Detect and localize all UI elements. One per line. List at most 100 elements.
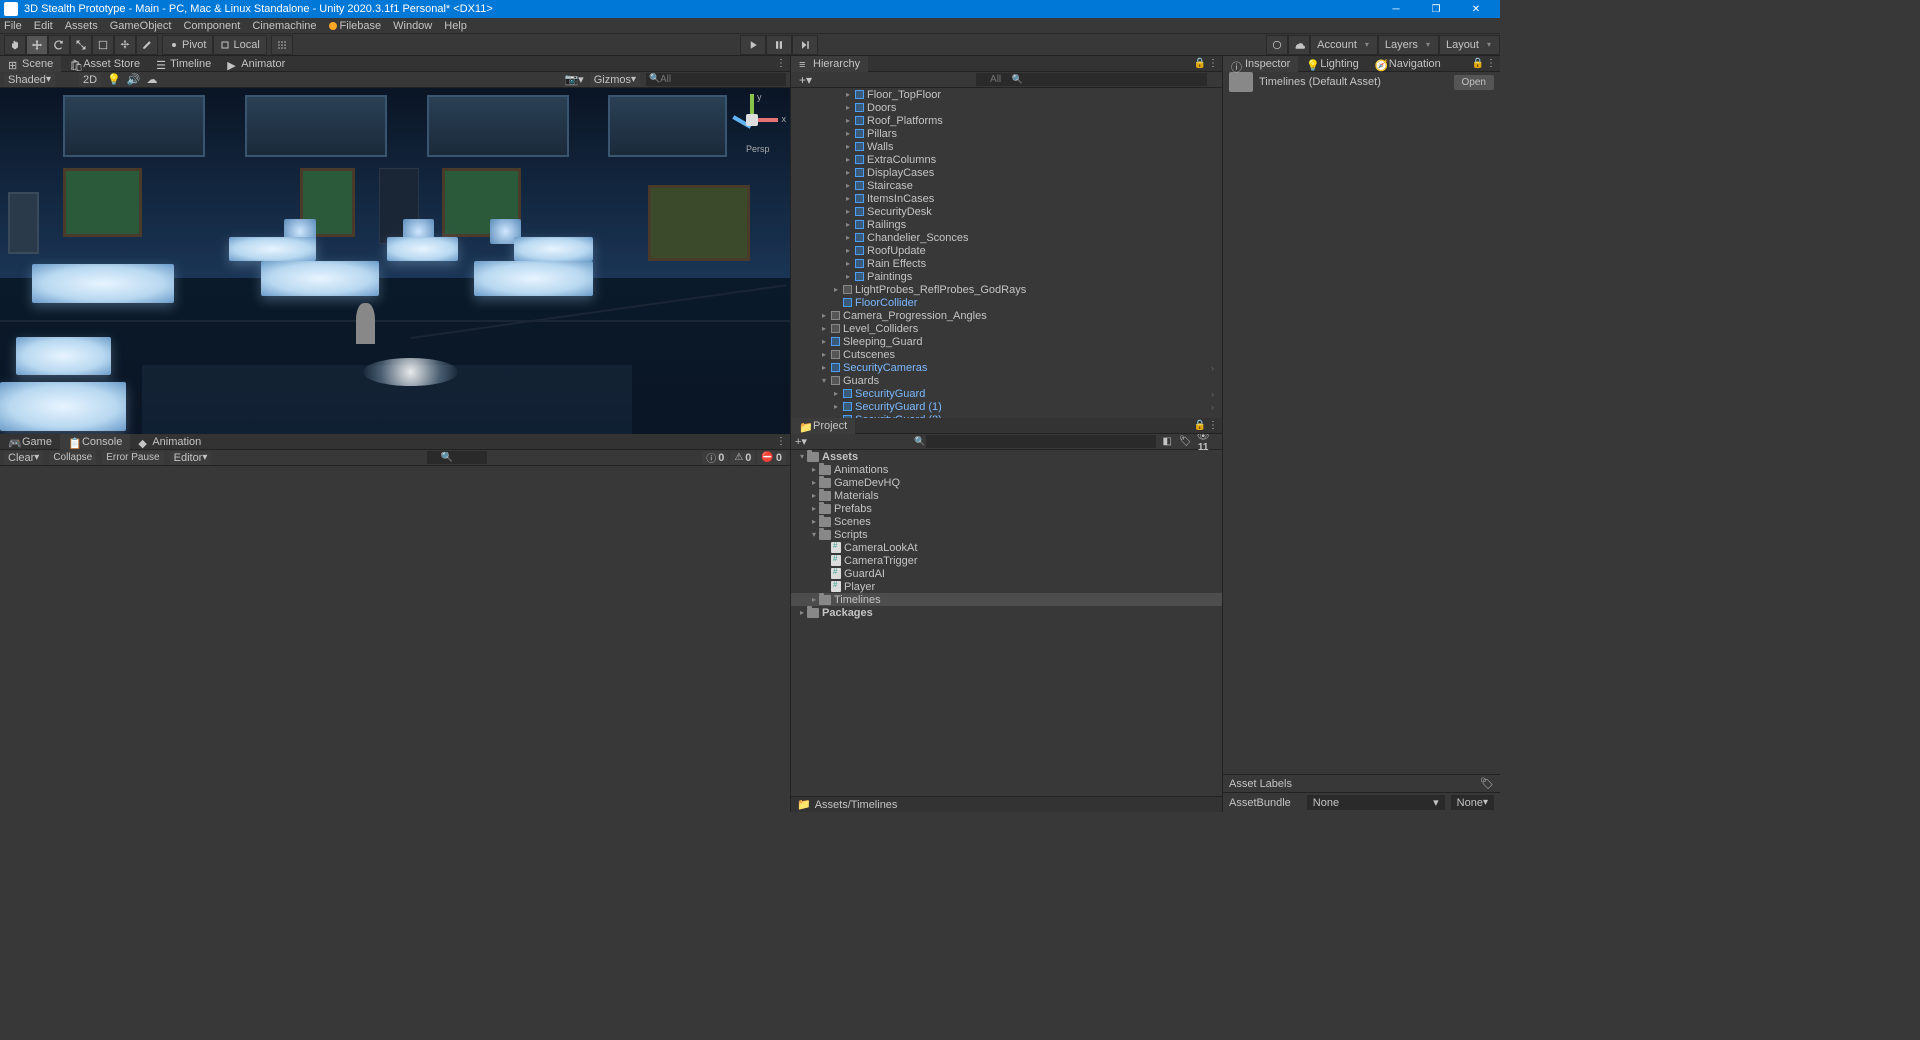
tab-menu-icon[interactable]: ⋮ [776,436,786,447]
hierarchy-item[interactable]: ▸Doors [791,101,1222,114]
project-item[interactable]: ▸GameDevHQ [791,476,1222,489]
menu-file[interactable]: File [4,20,22,32]
scene-search[interactable] [646,73,786,86]
project-item[interactable]: ▾Scripts [791,528,1222,541]
assetbundle-variant-dropdown[interactable]: None ▾ [1451,795,1494,810]
menu-filebase[interactable]: Filebase [329,20,382,32]
label-icon[interactable]: 🏷 [1480,777,1494,790]
hierarchy-item[interactable]: FloorCollider [791,296,1222,309]
hierarchy-item[interactable]: ▸Cutscenes [791,348,1222,361]
project-item[interactable]: GuardAI [791,567,1222,580]
hierarchy-item[interactable]: ▸Paintings [791,270,1222,283]
pivot-toggle[interactable]: Pivot [162,35,213,55]
filter-by-label-icon[interactable]: 🏷 [1178,436,1192,447]
hierarchy-item[interactable]: ▸Chandelier_Sconces [791,231,1222,244]
tab-navigation[interactable]: 🧭Navigation [1367,56,1449,72]
tab-menu-icon[interactable]: ⋮ [776,58,786,69]
tab-console[interactable]: 📋Console [60,434,130,450]
tab-inspector[interactable]: ⓘInspector [1223,56,1298,72]
project-item[interactable]: ▸Animations [791,463,1222,476]
project-tree[interactable]: ▾Assets▸Animations▸GameDevHQ▸Materials▸P… [791,450,1222,796]
draw-mode-dropdown[interactable]: Shaded ▾ [4,73,55,87]
project-item[interactable]: ▸Materials [791,489,1222,502]
tab-timeline[interactable]: ☰Timeline [148,56,219,72]
console-info-count[interactable]: ⓘ 0 [702,451,728,465]
layout-dropdown[interactable]: Layout [1439,35,1500,55]
menu-component[interactable]: Component [183,20,240,32]
2d-toggle[interactable]: 2D [79,73,101,87]
gizmos-dropdown[interactable]: Gizmos ▾ [590,73,640,87]
tab-project[interactable]: 📁Project [791,418,855,434]
tab-hierarchy[interactable]: ≡Hierarchy [791,56,868,72]
project-item[interactable]: ▾Assets [791,450,1222,463]
hand-tool[interactable] [4,35,26,55]
open-button[interactable]: Open [1454,75,1494,90]
hierarchy-search[interactable] [976,73,1207,86]
orientation-gizmo[interactable]: yx Persp [722,94,782,154]
hierarchy-tree[interactable]: ▸Floor_TopFloor▸Doors▸Roof_Platforms▸Pil… [791,88,1222,418]
menu-cinemachine[interactable]: Cinemachine [252,20,316,32]
hierarchy-item[interactable]: ▸Sleeping_Guard [791,335,1222,348]
local-toggle[interactable]: Local [213,35,266,55]
hierarchy-item[interactable]: ▸Rain Effects [791,257,1222,270]
filter-by-type-icon[interactable]: ◧ [1160,436,1174,447]
lock-icon[interactable]: 🔒 [1194,58,1206,69]
maximize-button[interactable]: ❐ [1416,4,1456,15]
hierarchy-create[interactable]: +▾ [795,73,816,87]
console-warn-count[interactable]: ⚠ 0 [730,451,755,465]
hierarchy-item[interactable]: ▸Staircase [791,179,1222,192]
menu-window[interactable]: Window [393,20,432,32]
lighting-toggle-icon[interactable]: 💡 [107,73,121,86]
minimize-button[interactable]: ─ [1376,4,1416,15]
project-item[interactable]: CameraLookAt [791,541,1222,554]
tab-lighting[interactable]: 💡Lighting [1298,56,1367,72]
tab-animation[interactable]: ◆Animation [130,434,209,450]
project-item[interactable]: ▸Packages [791,606,1222,619]
rotate-tool[interactable] [48,35,70,55]
scene-viewport[interactable]: yx Persp [0,88,790,434]
tab-animator[interactable]: ▶Animator [219,56,293,72]
account-dropdown[interactable]: Account [1310,35,1378,55]
hierarchy-item[interactable]: ▸Roof_Platforms [791,114,1222,127]
close-button[interactable]: ✕ [1456,4,1496,15]
console-error-pause[interactable]: Error Pause [102,451,163,465]
hierarchy-item[interactable]: ▾Guards [791,374,1222,387]
tab-asset-store[interactable]: 🛍Asset Store [61,56,148,72]
project-item[interactable]: ▸Prefabs [791,502,1222,515]
rect-tool[interactable] [92,35,114,55]
menu-assets[interactable]: Assets [65,20,98,32]
hierarchy-item[interactable]: ▸Floor_TopFloor [791,88,1222,101]
fx-toggle-icon[interactable]: ☁ [146,73,157,86]
menu-help[interactable]: Help [444,20,467,32]
lock-icon[interactable]: 🔒 [1194,420,1206,431]
project-item[interactable]: ▸Scenes [791,515,1222,528]
console-collapse[interactable]: Collapse [49,451,96,465]
project-item[interactable]: CameraTrigger [791,554,1222,567]
layers-dropdown[interactable]: Layers [1378,35,1439,55]
console-editor[interactable]: Editor ▾ [170,451,212,465]
menu-edit[interactable]: Edit [34,20,53,32]
hierarchy-item[interactable]: ▸SecurityDesk [791,205,1222,218]
audio-toggle-icon[interactable]: 🔊 [127,73,141,86]
cloud-icon[interactable] [1288,35,1310,55]
move-tool[interactable] [26,35,48,55]
play-button[interactable] [740,35,766,55]
hierarchy-item[interactable]: ▸SecurityCameras› [791,361,1222,374]
hierarchy-item[interactable]: ▸DisplayCases [791,166,1222,179]
lock-icon[interactable]: 🔒 [1472,58,1484,69]
project-item[interactable]: ▸Timelines [791,593,1222,606]
hierarchy-item[interactable]: ▸ItemsInCases [791,192,1222,205]
console-search[interactable] [427,451,487,464]
hierarchy-item[interactable]: ▸LightProbes_ReflProbes_GodRays [791,283,1222,296]
console-error-count[interactable]: ⛔ 0 [757,451,786,465]
pause-button[interactable] [766,35,792,55]
project-item[interactable]: Player [791,580,1222,593]
tab-menu-icon[interactable]: ⋮ [1208,58,1218,69]
tab-scene[interactable]: ⊞Scene [0,56,61,72]
snap-toggle[interactable] [271,35,293,55]
hierarchy-item[interactable]: ▸SecurityGuard› [791,387,1222,400]
hierarchy-item[interactable]: ▸Pillars [791,127,1222,140]
hierarchy-item[interactable]: ▸Walls [791,140,1222,153]
hierarchy-item[interactable]: ▸Camera_Progression_Angles [791,309,1222,322]
project-search[interactable] [926,435,1156,448]
